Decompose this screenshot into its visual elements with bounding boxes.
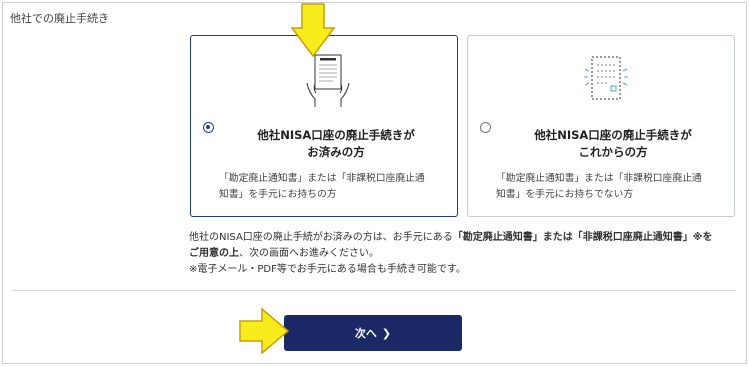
arrow-right-annotation-icon — [239, 307, 290, 355]
chevron-right-icon: ❯ — [381, 326, 392, 340]
option-description: 「勘定廃止通知書」または「非課税口座廃止通 知書」を手元にお持ちの方 — [219, 173, 425, 200]
next-button[interactable]: 次へ ❯ — [284, 315, 462, 351]
notice-text: 他社のNISA口座の廃止手続がお済みの方は、お手元にある「勘定廃止通知書」または… — [189, 232, 713, 275]
next-button-label: 次へ — [354, 327, 377, 340]
section-label: 他社での廃止手続き — [10, 12, 109, 25]
arrow-down-annotation-icon — [290, 3, 336, 58]
option-card-pending[interactable]: 他社NISA口座の廃止手続きが これからの方 「勘定廃止通知書」または「非課税口… — [467, 35, 735, 217]
divider — [12, 290, 736, 291]
dashed-document-icon — [584, 56, 628, 100]
hands-holding-document-icon — [306, 54, 350, 107]
option-title: 他社NISA口座の廃止手続きが これからの方 — [534, 128, 692, 159]
option-radio-pending[interactable] — [480, 122, 491, 133]
option-description: 「勘定廃止通知書」または「非課税口座廃止通 知書」を手元にお持ちでない方 — [496, 173, 702, 200]
option-radio-completed[interactable] — [203, 122, 214, 133]
option-card-completed[interactable]: 他社NISA口座の廃止手続きが お済みの方 「勘定廃止通知書」または「非課税口座… — [190, 35, 458, 217]
option-title: 他社NISA口座の廃止手続きが お済みの方 — [257, 128, 415, 159]
